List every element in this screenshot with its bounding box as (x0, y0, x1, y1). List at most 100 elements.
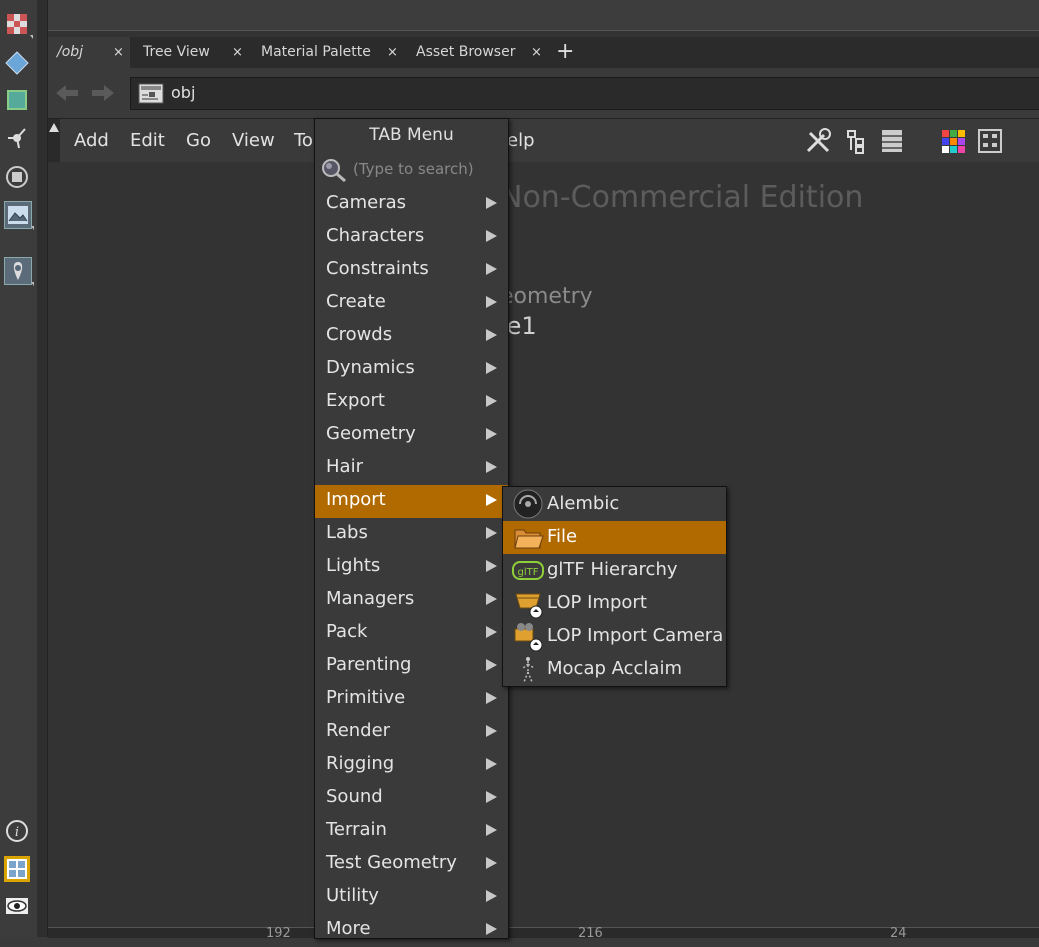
panel-divider[interactable] (37, 0, 48, 937)
tab-close-icon[interactable]: × (387, 37, 398, 68)
tab-tree-view[interactable]: Tree View × (134, 37, 244, 68)
gltf-icon: glTF (512, 555, 544, 586)
menu-item-sound[interactable]: Sound (315, 782, 508, 815)
menu-item-cameras[interactable]: Cameras (315, 188, 508, 221)
menu-item-terrain[interactable]: Terrain (315, 815, 508, 848)
menu-item-labs[interactable]: Labs (315, 518, 508, 551)
path-bar: obj (48, 68, 1039, 119)
menu-help[interactable]: elp (507, 130, 535, 151)
menu-item-label: Rigging (326, 753, 395, 774)
submenu-arrow-icon (486, 395, 497, 407)
menu-item-label: Dynamics (326, 357, 415, 378)
tab-close-icon[interactable]: × (531, 37, 542, 68)
menu-item-create[interactable]: Create (315, 287, 508, 320)
uv-icon[interactable] (4, 87, 30, 113)
menu-item-render[interactable]: Render (315, 716, 508, 749)
submenu-item-mocap-acclaim[interactable]: Mocap Acclaim (503, 653, 726, 686)
menu-add[interactable]: Add (74, 130, 109, 151)
menu-item-label: Primitive (326, 687, 406, 708)
submenu-arrow-icon (486, 758, 497, 770)
obj-network-icon (138, 81, 164, 105)
menu-item-label: Lights (326, 555, 381, 576)
info-icon[interactable]: i (4, 818, 30, 844)
submenu-arrow-icon (486, 527, 497, 539)
path-field[interactable]: obj (130, 77, 1039, 110)
grid-layout-icon[interactable] (4, 856, 30, 882)
menu-item-dynamics[interactable]: Dynamics (315, 353, 508, 386)
menu-item-lights[interactable]: Lights (315, 551, 508, 584)
menu-item-label: Labs (326, 522, 368, 543)
add-tab-button[interactable]: + (556, 40, 574, 64)
tools-icon[interactable] (804, 127, 832, 155)
lop-import-icon (512, 588, 544, 619)
menu-view[interactable]: View (232, 130, 275, 151)
tab-material-palette[interactable]: Material Palette × (252, 37, 402, 68)
image-view-icon[interactable] (4, 201, 34, 230)
eye-icon[interactable] (4, 893, 30, 919)
forward-arrow-icon[interactable] (90, 83, 116, 103)
tab-menu: TAB Menu (Type to search) Cameras Charact… (314, 118, 509, 939)
submenu-arrow-icon (486, 824, 497, 836)
menu-item-import[interactable]: Import (315, 485, 508, 518)
tree-layout-icon[interactable] (842, 127, 870, 155)
submenu-arrow-icon (486, 494, 497, 506)
scroll-up-arrow-icon[interactable] (48, 119, 60, 162)
submenu-arrow-icon (486, 791, 497, 803)
menu-item-export[interactable]: Export (315, 386, 508, 419)
menu-item-test-geometry[interactable]: Test Geometry (315, 848, 508, 881)
menu-item-crowds[interactable]: Crowds (315, 320, 508, 353)
submenu-item-alembic[interactable]: Alembic (503, 488, 726, 521)
tab-menu-search[interactable]: (Type to search) (315, 153, 508, 185)
color-palette-icon[interactable] (939, 127, 967, 155)
menu-item-label: Parenting (326, 654, 412, 675)
menu-item-utility[interactable]: Utility (315, 881, 508, 914)
tab-label: Tree View (143, 44, 210, 60)
tab-asset-browser[interactable]: Asset Browser × (407, 37, 547, 68)
capture-icon[interactable] (4, 164, 30, 190)
joint-icon[interactable] (4, 125, 30, 151)
submenu-item-lop-import-camera[interactable]: LOP Import Camera (503, 620, 726, 653)
diamond-icon[interactable] (4, 50, 30, 76)
menu-item-label: Create (326, 291, 386, 312)
ruler-tick: 192 (266, 926, 291, 941)
tab-obj[interactable]: /obj × (48, 37, 130, 68)
submenu-arrow-icon (486, 461, 497, 473)
menu-edit[interactable]: Edit (130, 130, 165, 151)
list-view-icon[interactable] (878, 127, 906, 155)
shapes-palette-icon[interactable] (976, 127, 1004, 155)
pin-icon[interactable] (4, 257, 34, 286)
menu-item-pack[interactable]: Pack (315, 617, 508, 650)
submenu-item-label: LOP Import (547, 592, 647, 613)
menu-item-primitive[interactable]: Primitive (315, 683, 508, 716)
tab-label: Material Palette (261, 44, 371, 60)
submenu-arrow-icon (486, 857, 497, 869)
menu-go[interactable]: Go (186, 130, 211, 151)
submenu-arrow-icon (486, 593, 497, 605)
menu-item-parenting[interactable]: Parenting (315, 650, 508, 683)
back-arrow-icon[interactable] (54, 83, 80, 103)
menu-item-rigging[interactable]: Rigging (315, 749, 508, 782)
menu-item-label: Utility (326, 885, 379, 906)
menu-item-hair[interactable]: Hair (315, 452, 508, 485)
submenu-item-lop-import[interactable]: LOP Import (503, 587, 726, 620)
menu-item-geometry[interactable]: Geometry (315, 419, 508, 452)
submenu-arrow-icon (486, 725, 497, 737)
menu-tools[interactable]: To (294, 130, 313, 151)
menu-item-more[interactable]: More (315, 914, 508, 947)
submenu-item-label: glTF Hierarchy (547, 559, 678, 580)
submenu-arrow-icon (486, 923, 497, 935)
submenu-item-label: Mocap Acclaim (547, 658, 682, 679)
tab-close-icon[interactable]: × (113, 37, 124, 68)
submenu-arrow-icon (486, 890, 497, 902)
menu-item-label: Crowds (326, 324, 393, 345)
submenu-item-gltf-hierarchy[interactable]: glTF glTF Hierarchy (503, 554, 726, 587)
menu-item-managers[interactable]: Managers (315, 584, 508, 617)
tab-close-icon[interactable]: × (232, 37, 243, 68)
menu-item-characters[interactable]: Characters (315, 221, 508, 254)
submenu-item-file[interactable]: File (503, 521, 726, 554)
menu-item-constraints[interactable]: Constraints (315, 254, 508, 287)
checker-icon[interactable] (4, 11, 33, 39)
submenu-arrow-icon (486, 362, 497, 374)
tab-menu-title: TAB Menu (369, 125, 454, 145)
menu-item-label: Test Geometry (326, 852, 457, 873)
